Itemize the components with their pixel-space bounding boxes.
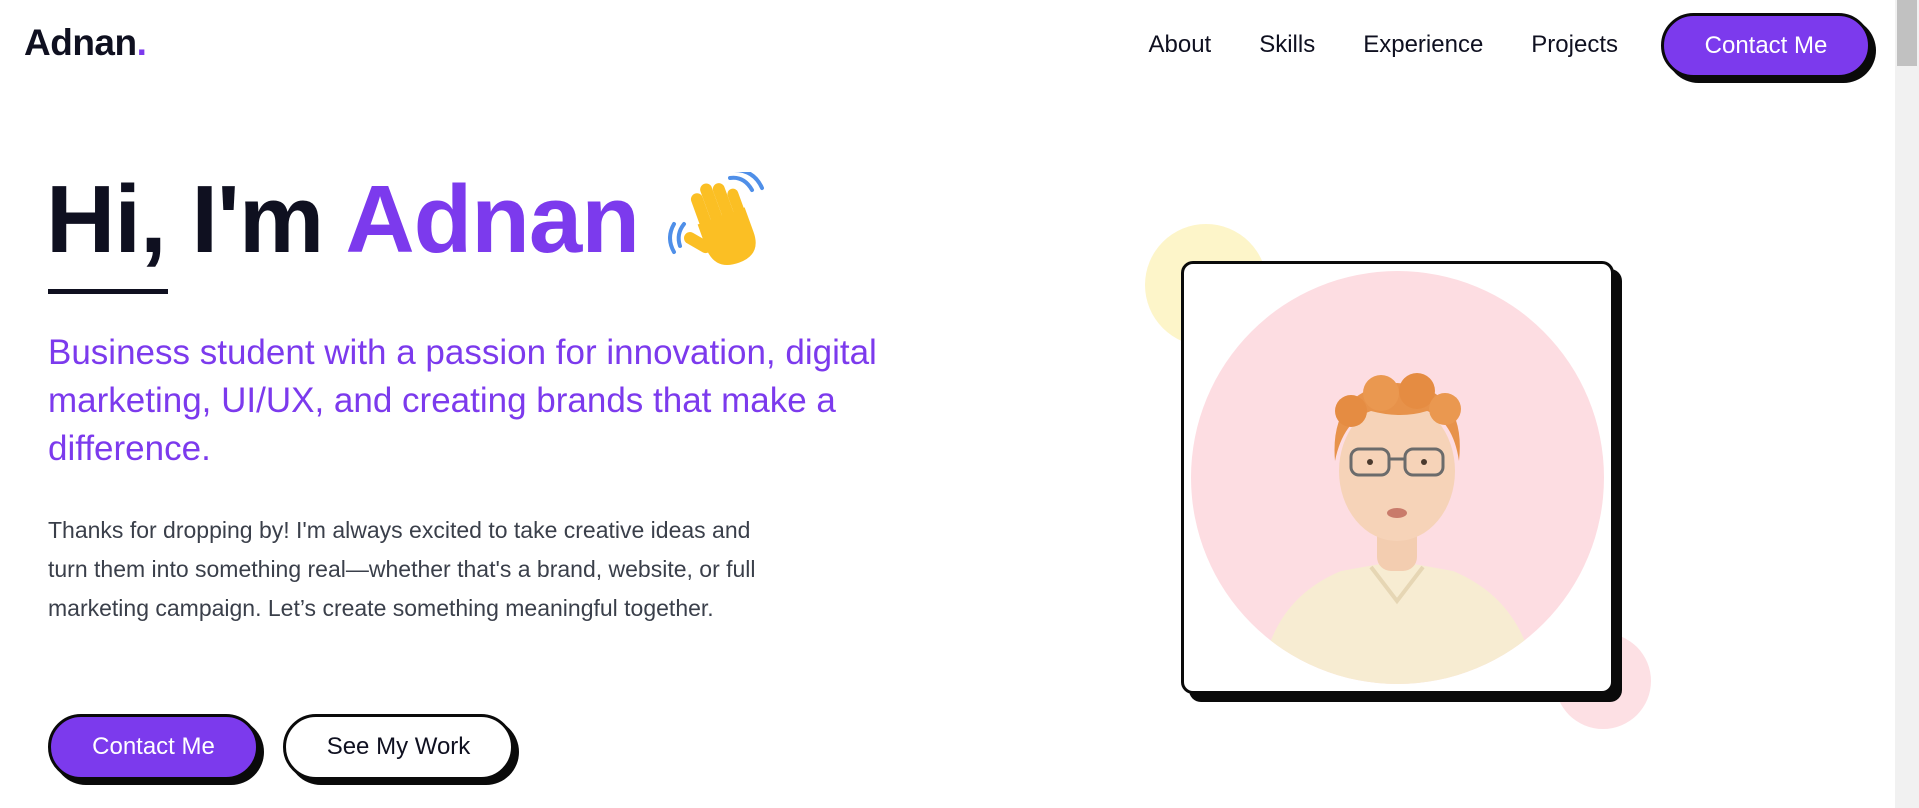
- hero-contact-button[interactable]: Contact Me: [48, 714, 259, 780]
- page: Adnan. About Skills Experience Projects …: [0, 0, 1919, 808]
- title-underline: [48, 289, 168, 294]
- nav-link-about[interactable]: About: [1148, 28, 1211, 62]
- portrait-photo: [1261, 373, 1536, 684]
- logo-text: Adnan: [24, 22, 137, 63]
- scrollbar-thumb[interactable]: [1897, 0, 1917, 66]
- site-logo[interactable]: Adnan.: [24, 22, 147, 64]
- nav-link-experience[interactable]: Experience: [1363, 28, 1483, 62]
- nav-link-projects[interactable]: Projects: [1531, 28, 1618, 62]
- see-my-work-button[interactable]: See My Work: [283, 714, 514, 780]
- page-scrollbar[interactable]: [1895, 0, 1919, 808]
- hero-title: Hi, I'm Adnan: [46, 165, 640, 275]
- hero-intro: Thanks for dropping by! I'm always excit…: [48, 517, 756, 621]
- main-nav: About Skills Experience Projects: [1100, 28, 1618, 62]
- hero-name: Adnan: [345, 166, 640, 273]
- nav-link-skills[interactable]: Skills: [1259, 28, 1315, 62]
- header-contact-button[interactable]: Contact Me: [1661, 13, 1871, 78]
- hero-greeting: Hi, I'm: [46, 166, 346, 273]
- portrait-background-circle: [1191, 271, 1604, 684]
- waving-hand-icon: [668, 172, 764, 265]
- logo-dot: .: [136, 22, 147, 63]
- hero-tagline: Business student with a passion for inno…: [48, 333, 877, 468]
- portrait-card: [1181, 261, 1614, 694]
